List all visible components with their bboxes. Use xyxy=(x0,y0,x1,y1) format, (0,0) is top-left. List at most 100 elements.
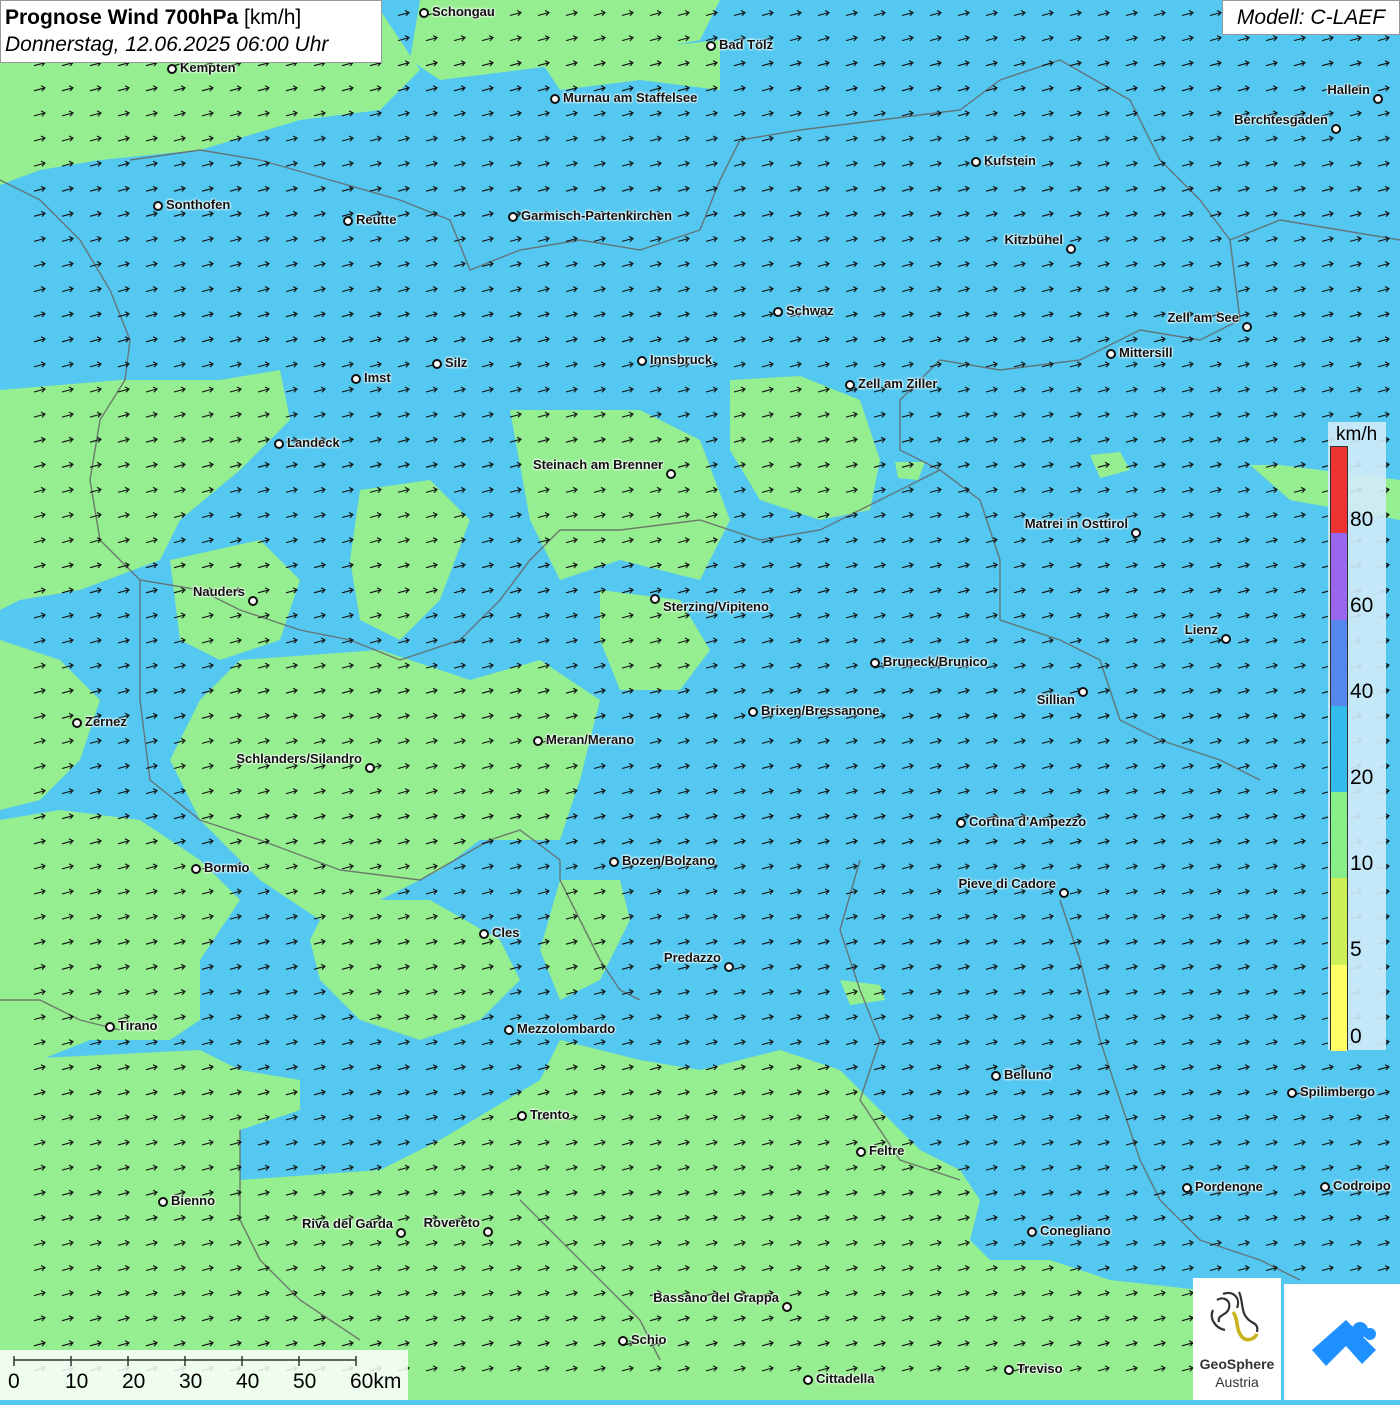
city-marker xyxy=(1004,1365,1014,1375)
city-marker xyxy=(517,1111,527,1121)
city-label: Imst xyxy=(364,370,391,385)
city-label: Innsbruck xyxy=(650,352,713,367)
city-label: Meran/Merano xyxy=(546,732,635,747)
city-marker xyxy=(72,718,82,728)
city-label: Landeck xyxy=(287,435,340,450)
city-marker xyxy=(650,594,660,604)
city-label: Bozen/Bolzano xyxy=(622,853,716,868)
city-label: Kempten xyxy=(180,60,236,75)
city-label: Spilimbergo xyxy=(1300,1084,1376,1099)
city-marker xyxy=(365,763,375,773)
city-marker xyxy=(956,818,966,828)
city-marker xyxy=(1331,124,1341,134)
city-label: Zernez xyxy=(85,714,127,729)
city-marker xyxy=(971,157,981,167)
city-marker xyxy=(1221,634,1231,644)
city-label: Hallein xyxy=(1327,82,1370,97)
geosphere-logo: GeoSphere Austria xyxy=(1193,1278,1281,1400)
geosphere-logo-icon xyxy=(1210,1291,1259,1342)
city-label: Bassano del Grappa xyxy=(653,1290,779,1305)
city-marker xyxy=(637,356,647,366)
city-marker xyxy=(248,596,258,606)
city-marker xyxy=(419,8,429,18)
city-marker xyxy=(351,374,361,384)
city-marker xyxy=(1027,1227,1037,1237)
legend-tick-label: 0 xyxy=(1350,1025,1362,1048)
city-marker xyxy=(991,1071,1001,1081)
weather-app-logo xyxy=(1284,1284,1400,1400)
weather-app-logo-icon xyxy=(1312,1320,1376,1366)
city-label: Berchtesgaden xyxy=(1234,112,1328,127)
city-label: Kitzbühel xyxy=(1004,232,1064,247)
city-label: Sonthofen xyxy=(166,197,231,212)
city-label: Lienz xyxy=(1184,622,1218,637)
city-label: Riva del Garda xyxy=(301,1216,393,1231)
city-label: Schio xyxy=(631,1332,667,1347)
map-title-main: Prognose Wind 700hPa xyxy=(5,6,239,29)
city-label: Bad Tölz xyxy=(719,37,774,52)
city-label: Trento xyxy=(530,1107,570,1122)
legend-color-segment xyxy=(1331,619,1347,706)
scale-bar-label: 10 xyxy=(65,1370,89,1393)
geosphere-country: Austria xyxy=(1215,1374,1259,1390)
city-label: Belluno xyxy=(1004,1067,1052,1082)
city-label: Schwaz xyxy=(786,303,834,318)
city-marker xyxy=(803,1375,813,1385)
city-label: Cortina d'Ampezzo xyxy=(969,814,1087,829)
model-label: Modell: C-LAEF xyxy=(1222,0,1400,35)
legend-color-bar xyxy=(1330,446,1348,1051)
city-label: Rovereto xyxy=(423,1215,480,1230)
city-label: Garmisch-Partenkirchen xyxy=(521,208,673,223)
city-marker xyxy=(748,707,758,717)
city-marker xyxy=(167,64,177,74)
legend-color-segment xyxy=(1331,964,1347,1051)
map-title-unit: [km/h] xyxy=(244,6,302,29)
city-label: Bienno xyxy=(171,1193,216,1208)
city-label: Schongau xyxy=(432,4,495,19)
city-label: Pordenone xyxy=(1195,1179,1263,1194)
city-label: Bruneck/Brunico xyxy=(883,654,988,669)
city-marker xyxy=(191,864,201,874)
city-marker xyxy=(724,962,734,972)
title-box: Prognose Wind 700hPa [km/h] Donnerstag, … xyxy=(0,0,382,63)
city-label: Pieve di Cadore xyxy=(958,876,1056,891)
city-label: Zell am See xyxy=(1167,310,1239,325)
city-label: Sterzing/Vipiteno xyxy=(663,599,769,614)
city-marker xyxy=(1106,349,1116,359)
city-marker xyxy=(158,1197,168,1207)
legend-tick-label: 40 xyxy=(1350,680,1374,703)
city-label: Kufstein xyxy=(984,153,1036,168)
city-marker xyxy=(533,736,543,746)
city-marker xyxy=(1320,1182,1330,1192)
city-marker xyxy=(504,1025,514,1035)
city-marker xyxy=(1131,528,1141,538)
scale-bar-label: 20 xyxy=(122,1370,146,1393)
city-label: Mittersill xyxy=(1119,345,1173,360)
city-label: Predazzo xyxy=(663,950,721,965)
legend-tick-label: 5 xyxy=(1350,938,1362,961)
legend-color-segment xyxy=(1331,705,1347,793)
city-label: Murnau am Staffelsee xyxy=(563,90,698,105)
forecast-datetime: Donnerstag, 12.06.2025 06:00 Uhr xyxy=(5,33,329,56)
legend-tick-label: 80 xyxy=(1350,508,1374,531)
city-marker xyxy=(153,201,163,211)
legend-color-segment xyxy=(1331,878,1347,965)
city-label: Feltre xyxy=(869,1143,905,1158)
map-title: Prognose Wind 700hPa [km/h] xyxy=(5,4,377,31)
city-label: Treviso xyxy=(1017,1361,1063,1376)
city-marker xyxy=(396,1228,406,1238)
scale-bar-label: 40 xyxy=(236,1370,260,1393)
city-label: Conegliano xyxy=(1040,1223,1111,1238)
scale-bar-label: 50 xyxy=(293,1370,317,1393)
city-label: Nauders xyxy=(192,584,245,599)
city-label: Reutte xyxy=(356,212,397,227)
city-marker xyxy=(1373,94,1383,104)
city-marker xyxy=(1066,244,1076,254)
geosphere-name: GeoSphere xyxy=(1199,1356,1275,1372)
city-marker xyxy=(773,307,783,317)
city-label: Mezzolombardo xyxy=(517,1021,616,1036)
scale-bar: 0 10 20 30 40 50 60km xyxy=(0,1350,408,1400)
city-marker xyxy=(845,380,855,390)
city-label: Cles xyxy=(492,925,520,940)
city-marker xyxy=(1287,1088,1297,1098)
